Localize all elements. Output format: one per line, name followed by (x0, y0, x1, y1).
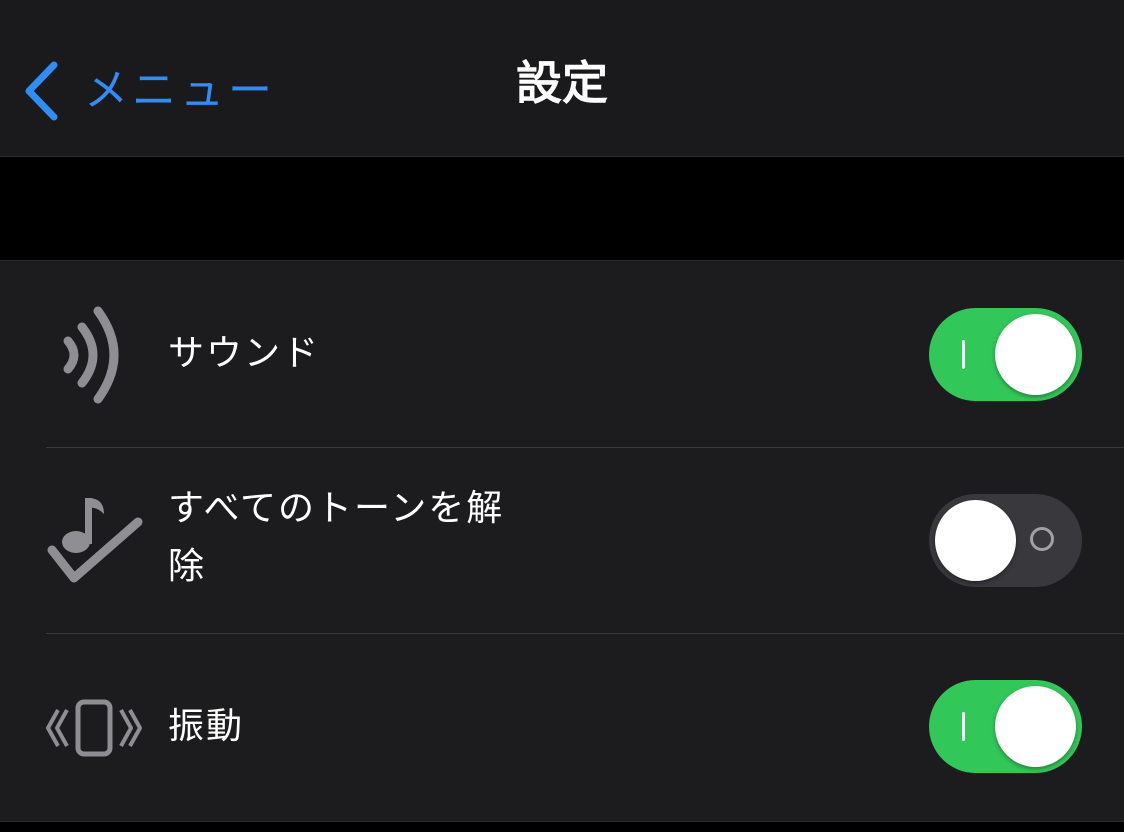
sound-label: サウンド (168, 333, 321, 374)
vibration-label: 振動 (168, 706, 245, 747)
settings-screen: メニュー 設定 サウンド すべてのトーンを解 除 振動 (0, 0, 1124, 832)
toggle-on-indicator (962, 340, 965, 369)
page-title: 設定 (516, 56, 608, 110)
vibration-icon (44, 698, 144, 758)
vibration-toggle[interactable] (929, 680, 1082, 773)
toggle-on-indicator (962, 712, 965, 741)
settings-list: サウンド すべてのトーンを解 除 振動 (0, 260, 1124, 822)
sound-waves-icon (58, 305, 128, 405)
mute-all-tones-label-line2: 除 (168, 546, 207, 587)
mute-all-tones-label-line1: すべてのトーンを解 (168, 488, 505, 529)
toggle-knob (995, 314, 1076, 395)
mute-all-tones-toggle[interactable] (929, 494, 1082, 587)
navigation-bar: メニュー 設定 (0, 0, 1124, 157)
toggle-off-indicator (1030, 527, 1054, 551)
list-item-vibration: 振動 (0, 634, 1124, 821)
list-item-mute-all-tones: すべてのトーンを解 除 (0, 448, 1124, 633)
sound-toggle[interactable] (929, 308, 1082, 401)
toggle-knob (995, 686, 1076, 767)
toggle-knob (935, 500, 1016, 581)
music-note-checkmark-icon (44, 492, 144, 592)
list-item-sound: サウンド (0, 261, 1124, 447)
